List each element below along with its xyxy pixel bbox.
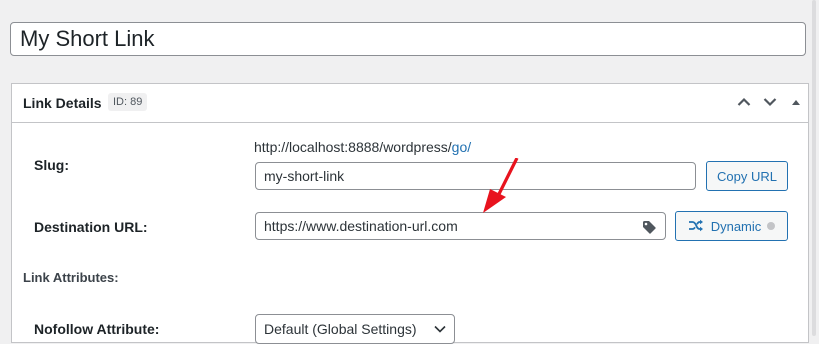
destination-url-input[interactable] <box>255 212 666 240</box>
dynamic-button-label: Dynamic <box>710 218 762 234</box>
panel-title: Link Details <box>23 95 102 111</box>
move-down-button[interactable] <box>760 92 780 112</box>
slug-input[interactable] <box>255 162 696 190</box>
destination-url-label: Destination URL: <box>34 219 148 235</box>
link-details-panel: Link Details ID: 89 Slug: http://localho… <box>11 83 809 344</box>
chevron-down-icon <box>763 98 777 107</box>
title-input[interactable] <box>10 22 806 56</box>
dynamic-button[interactable]: Dynamic <box>675 211 788 241</box>
nofollow-select[interactable]: Default (Global Settings) <box>255 314 455 344</box>
id-badge: ID: 89 <box>108 93 148 111</box>
status-dot-icon <box>767 222 776 230</box>
base-url-text: http://localhost:8888/wordpress/ <box>254 139 452 155</box>
chevron-up-icon <box>737 97 751 106</box>
chevron-down-icon <box>434 325 446 333</box>
move-up-button[interactable] <box>734 92 754 112</box>
slug-label: Slug: <box>34 157 69 173</box>
caret-up-icon <box>792 100 800 105</box>
copy-url-button[interactable]: Copy URL <box>706 161 788 191</box>
link-attributes-heading: Link Attributes: <box>23 270 119 285</box>
nofollow-label: Nofollow Attribute: <box>34 321 160 337</box>
panel-header: Link Details ID: 89 <box>12 84 808 123</box>
tag-icon[interactable] <box>641 219 657 235</box>
nofollow-selected: Default (Global Settings) <box>264 321 417 337</box>
slug-prefix-link[interactable]: go/ <box>452 139 471 155</box>
shuffle-icon <box>688 219 703 232</box>
toggle-panel-button[interactable] <box>786 92 806 112</box>
page-scrollbar[interactable] <box>809 0 819 336</box>
scrollbar-track <box>812 0 816 336</box>
base-url: http://localhost:8888/wordpress/go/ <box>254 139 471 155</box>
